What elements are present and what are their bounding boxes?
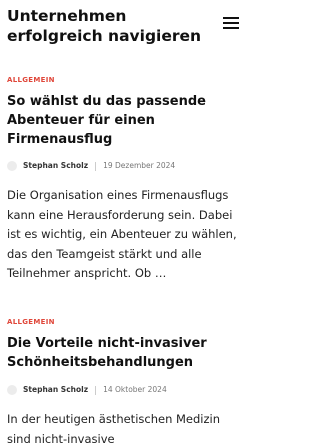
menu-icon-bar: [223, 22, 239, 24]
post-title-link[interactable]: Die Vorteile nicht-invasiver Schönheitsb…: [7, 334, 243, 372]
meta-divider: [95, 161, 97, 171]
author-avatar: [7, 161, 17, 171]
post-category-link[interactable]: ALLGEMEIN: [7, 76, 55, 84]
menu-icon-bar: [223, 27, 239, 29]
post-author-link[interactable]: Stephan Scholz: [23, 384, 88, 396]
hamburger-menu-icon[interactable]: [223, 17, 239, 30]
author-avatar: [7, 385, 17, 395]
post-meta: Stephan Scholz 14 Oktober 2024: [7, 384, 167, 396]
post-date: 14 Oktober 2024: [103, 385, 167, 394]
post-author-link[interactable]: Stephan Scholz: [23, 160, 88, 172]
post-meta: Stephan Scholz 19 Dezember 2024: [7, 160, 175, 172]
meta-divider: [95, 385, 97, 395]
site-title[interactable]: Unternehmen erfolgreich navigieren: [7, 6, 207, 46]
post-category-link[interactable]: ALLGEMEIN: [7, 318, 55, 326]
post-title-link[interactable]: So wählst du das passende Abenteuer für …: [7, 92, 243, 149]
menu-icon-bar: [223, 17, 239, 19]
post-excerpt: In der heutigen ästhetischen Medizin sin…: [7, 412, 221, 445]
post-excerpt: Die Organisation eines Firmenausflugs ka…: [7, 188, 237, 280]
post-date: 19 Dezember 2024: [103, 161, 176, 170]
site-header: Unternehmen erfolgreich navigieren: [0, 0, 250, 58]
